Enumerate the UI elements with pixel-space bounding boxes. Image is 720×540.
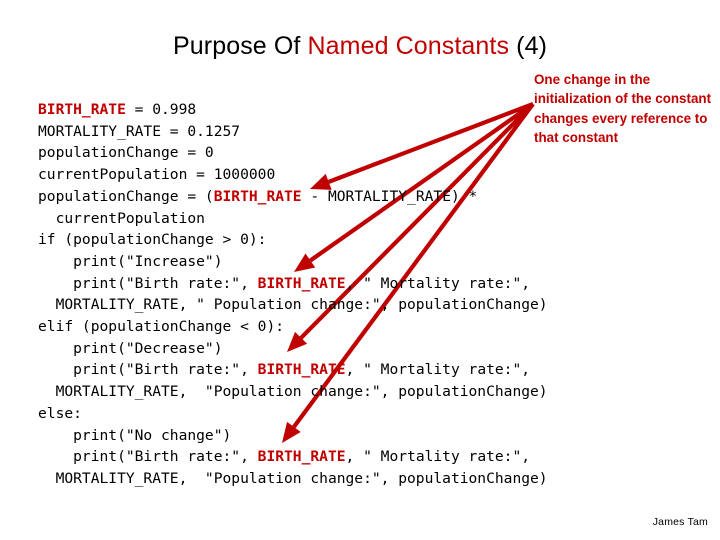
code-text: elif (populationChange < 0): xyxy=(38,318,285,336)
code-text: if (populationChange > 0): xyxy=(38,231,267,249)
code-line: print("Decrease") xyxy=(38,338,638,360)
code-line: MORTALITY_RATE, "Population change:", po… xyxy=(38,468,638,490)
callout-note: One change in the initialization of the … xyxy=(534,72,712,146)
named-constant-token: BIRTH_RATE xyxy=(257,448,346,466)
code-line: print("Increase") xyxy=(38,251,638,273)
page-title-suffix: (4) xyxy=(509,32,547,60)
code-line: print("Birth rate:", BIRTH_RATE, " Morta… xyxy=(38,359,638,381)
code-line: print("No change") xyxy=(38,425,638,447)
code-text: MORTALITY_RATE, "Population change:", po… xyxy=(38,469,548,487)
code-text: print("Decrease") xyxy=(38,339,223,357)
named-constant-token: BIRTH_RATE xyxy=(257,274,346,292)
code-text: print("No change") xyxy=(38,426,232,444)
page-title-prefix: Purpose Of xyxy=(172,32,308,60)
code-line: currentPopulation xyxy=(38,208,638,230)
code-line: populationChange = (BIRTH_RATE - MORTALI… xyxy=(38,186,638,208)
code-listing: BIRTH_RATE = 0.998 MORTALITY_RATE = 0.125… xyxy=(38,99,638,490)
code-line: elif (populationChange < 0): xyxy=(38,316,638,338)
code-text: MORTALITY_RATE = 0.1257 xyxy=(38,122,241,140)
code-text: print("Birth rate:", xyxy=(38,274,258,292)
named-constant-token: BIRTH_RATE xyxy=(257,361,346,379)
code-text: , " Mortality rate:", xyxy=(345,448,531,466)
code-text: print("Increase") xyxy=(38,252,223,270)
code-text: currentPopulation = 1000000 xyxy=(38,166,276,184)
code-text: MORTALITY_RATE, " Population change:", p… xyxy=(38,296,548,314)
code-text: else: xyxy=(38,404,82,422)
code-text: MORTALITY_RATE, "Population change:", po… xyxy=(38,383,548,401)
code-line: MORTALITY_RATE, "Population change:", po… xyxy=(38,381,638,403)
named-constant-token: BIRTH_RATE xyxy=(38,101,126,118)
code-text: print("Birth rate:", xyxy=(38,361,258,379)
code-line: currentPopulation = 1000000 xyxy=(38,164,638,186)
code-text: currentPopulation xyxy=(38,209,205,227)
code-text: populationChange = ( xyxy=(38,187,214,205)
code-text: - MORTALITY_RATE) * xyxy=(301,187,478,205)
code-text: print("Birth rate:", xyxy=(38,448,258,466)
code-text: = 0.998 xyxy=(125,101,197,118)
page-title: Purpose Of Named Constants (4) xyxy=(0,32,720,61)
code-line: print("Birth rate:", BIRTH_RATE, " Morta… xyxy=(38,446,638,468)
page-title-accent: Named Constants xyxy=(307,32,510,60)
code-line: else: xyxy=(38,403,638,425)
code-line: print("Birth rate:", BIRTH_RATE, " Morta… xyxy=(38,273,638,295)
footer-author: James Tam xyxy=(652,516,708,528)
code-line: MORTALITY_RATE, " Population change:", p… xyxy=(38,294,638,316)
code-text: populationChange = 0 xyxy=(38,144,214,162)
code-text: , " Mortality rate:", xyxy=(345,361,531,379)
code-line: if (populationChange > 0): xyxy=(38,229,638,251)
code-text: , " Mortality rate:", xyxy=(345,274,531,292)
named-constant-token: BIRTH_RATE xyxy=(213,187,302,205)
